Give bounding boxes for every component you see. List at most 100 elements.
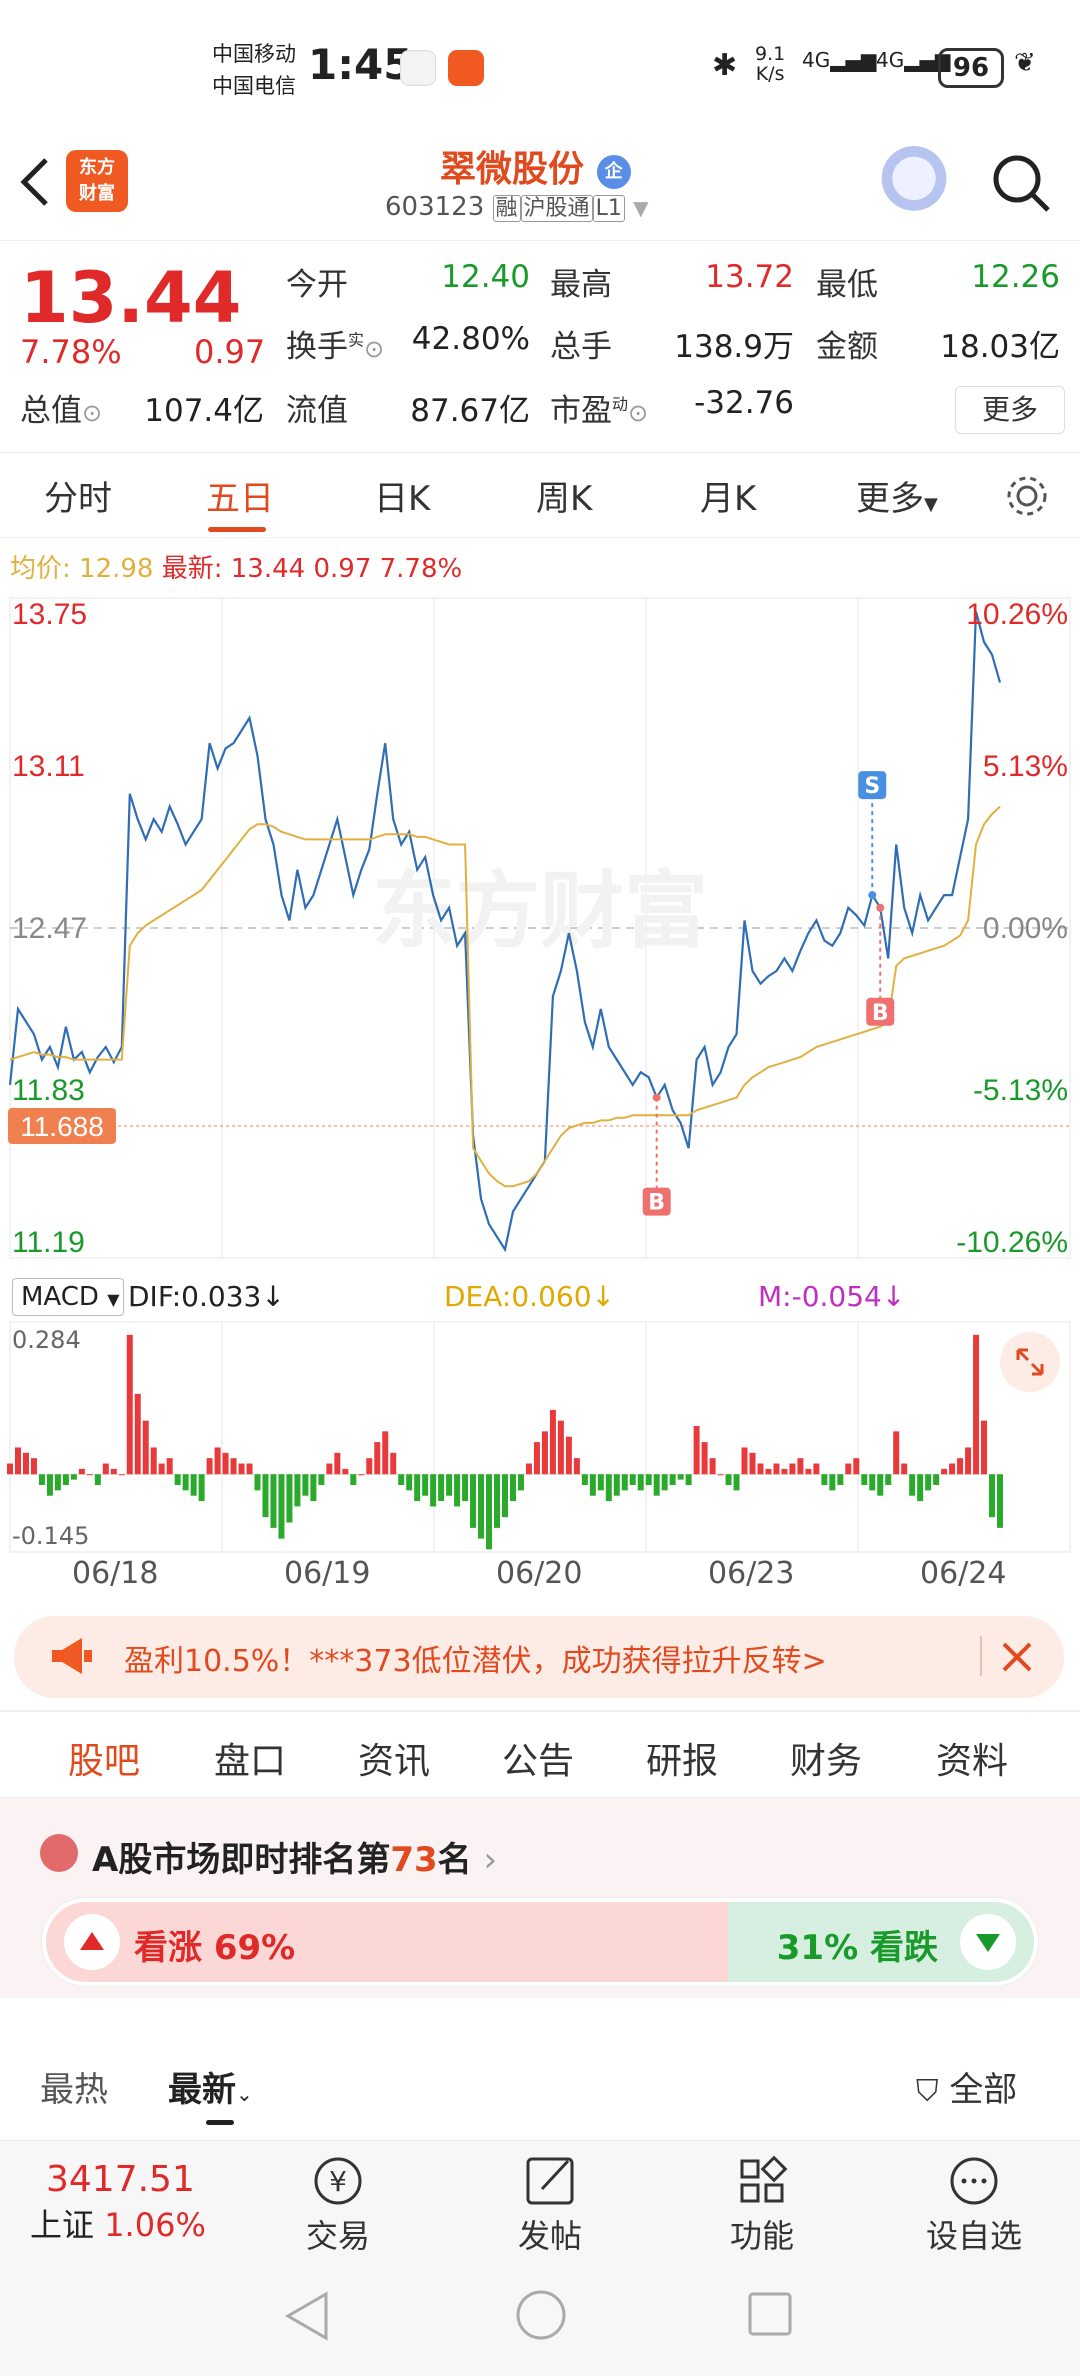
macd-bar: [22, 1452, 29, 1475]
avg-price-line: 均价: 12.98 最新: 13.44 0.97 7.78%: [10, 554, 463, 584]
settings-gear-icon[interactable]: [1004, 473, 1050, 519]
macd-bar: [581, 1474, 588, 1485]
macd-bar: [845, 1463, 852, 1475]
tab-finance[interactable]: 财务: [790, 1732, 862, 1784]
macd-bar: [541, 1431, 548, 1475]
macd-bar: [621, 1474, 628, 1491]
change-percent: 7.78%: [20, 333, 122, 371]
system-home-icon[interactable]: [514, 2288, 568, 2342]
macd-bar: [478, 1474, 485, 1539]
macd-bar: [645, 1474, 652, 1485]
stock-code-line[interactable]: 603123 融沪股通 L1 ▼: [385, 190, 648, 222]
nav-trade[interactable]: ¥ 交易: [278, 2151, 398, 2257]
macd-bar: [653, 1474, 660, 1496]
macd-y-max: 0.284: [12, 1326, 81, 1354]
grid-icon: [740, 2155, 788, 2203]
tab-latest[interactable]: 最新⌄: [168, 2062, 253, 2111]
macd-bar: [246, 1463, 253, 1475]
tab-monthly-k[interactable]: 月K: [700, 471, 756, 520]
macd-bar: [797, 1458, 804, 1475]
macd-bar: [446, 1474, 453, 1496]
up-arrow-icon: [64, 1914, 120, 1970]
expand-icon[interactable]: [1000, 1332, 1060, 1392]
close-icon[interactable]: [1000, 1640, 1034, 1674]
nav-post[interactable]: 发帖: [490, 2151, 610, 2257]
macd-bar: [677, 1474, 684, 1480]
macd-bar: [238, 1463, 245, 1475]
macd-y-min: -0.145: [12, 1522, 89, 1550]
macd-bar: [262, 1474, 269, 1518]
macd-bar: [158, 1463, 165, 1475]
tab-announcements[interactable]: 公告: [502, 1732, 574, 1784]
macd-bar: [486, 1474, 493, 1550]
tab-hottest[interactable]: 最热: [40, 2062, 108, 2111]
macd-grid: [9, 1321, 1071, 1553]
tab-profile[interactable]: 资料: [936, 1732, 1008, 1784]
tab-forum[interactable]: 股吧: [68, 1732, 140, 1784]
down-arrow-icon: [959, 1914, 1016, 1970]
search-icon[interactable]: [990, 152, 1054, 216]
macd-bar: [7, 1463, 13, 1475]
index-widget[interactable]: 3417.51 上证 1.06%: [30, 2159, 206, 2246]
stock-header: 东方 财富 翠微股份 企 603123 融沪股通 L1 ▼: [0, 140, 1080, 238]
tab-orderbook[interactable]: 盘口: [214, 1732, 286, 1784]
filter-all-button[interactable]: ⛉ 全部: [916, 2062, 1017, 2111]
trade-point: [868, 891, 877, 900]
macd-bar: [765, 1468, 772, 1475]
nav-functions[interactable]: 功能: [702, 2151, 822, 2257]
macd-bar: [941, 1468, 948, 1475]
macd-bar: [78, 1468, 85, 1475]
carrier-2: 中国电信: [212, 74, 296, 98]
promo-divider: [980, 1636, 982, 1676]
tab-daily-k[interactable]: 日K: [374, 471, 430, 520]
y-tick-left: 11.19: [12, 1226, 85, 1259]
tab-weekly-k[interactable]: 周K: [536, 471, 592, 520]
promo-banner[interactable]: 盈利10.5%！***373低位潜伏，成功获得拉升反转>: [14, 1616, 1064, 1698]
indicator-select[interactable]: MACD ▼: [12, 1278, 124, 1316]
system-back-icon[interactable]: [282, 2288, 332, 2344]
five-day-chart[interactable]: 东方财富 13.75 13.11 12.47 11.83 11.19 10.26% 5.13…: [0, 590, 1080, 1270]
robot-assistant-icon[interactable]: [878, 146, 950, 218]
tab-five-day[interactable]: 五日: [206, 471, 274, 520]
amount-label: 金额: [816, 329, 878, 365]
macd-bar: [438, 1474, 445, 1502]
macd-bar: [629, 1474, 636, 1485]
macd-bar: [821, 1474, 828, 1485]
macd-bar: [981, 1420, 988, 1475]
tab-research[interactable]: 研报: [646, 1732, 718, 1784]
tab-news[interactable]: 资讯: [358, 1732, 430, 1784]
y-tick-right: -10.26%: [956, 1226, 1068, 1259]
macd-bar: [509, 1474, 516, 1502]
macd-bar: [949, 1463, 956, 1475]
macd-bar: [917, 1474, 924, 1502]
m-label: M:-0.054↓: [758, 1280, 906, 1313]
bullish-segment[interactable]: 看涨 69%: [46, 1902, 728, 1982]
back-arrow-icon[interactable]: [16, 154, 56, 210]
macd-bar: [565, 1436, 572, 1475]
macd-bar: [230, 1458, 237, 1475]
low-value: 12.26: [971, 259, 1060, 295]
macd-bar: [701, 1442, 708, 1475]
macd-bar: [781, 1468, 788, 1475]
nav-add-watchlist[interactable]: 设自选: [914, 2151, 1034, 2257]
rank-title[interactable]: A股市场即时排名第73名 ›: [92, 1832, 497, 1881]
macd-bar: [62, 1474, 69, 1485]
tab-more[interactable]: 更多▼: [856, 471, 938, 520]
tab-intraday[interactable]: 分时: [44, 471, 112, 520]
macd-bar: [326, 1463, 333, 1475]
y-tick-right: -5.13%: [973, 1074, 1068, 1107]
trade-markers[interactable]: S B B: [642, 771, 895, 1216]
macd-bar: [206, 1458, 213, 1475]
macd-bar: [166, 1458, 173, 1475]
edit-icon: [526, 2157, 574, 2205]
macd-chart[interactable]: 0.284 -0.145: [0, 1320, 1080, 1556]
more-quote-button[interactable]: 更多: [955, 386, 1065, 434]
macd-bar: [885, 1474, 892, 1485]
macd-bar: [933, 1474, 940, 1485]
bearish-segment[interactable]: 31% 看跌: [727, 1902, 1034, 1982]
trade-icon: ¥: [314, 2157, 362, 2205]
macd-bar: [502, 1474, 508, 1518]
macd-bar: [286, 1474, 293, 1523]
system-recents-icon[interactable]: [746, 2290, 796, 2340]
bearish-label: 31% 看跌: [776, 1928, 938, 1968]
